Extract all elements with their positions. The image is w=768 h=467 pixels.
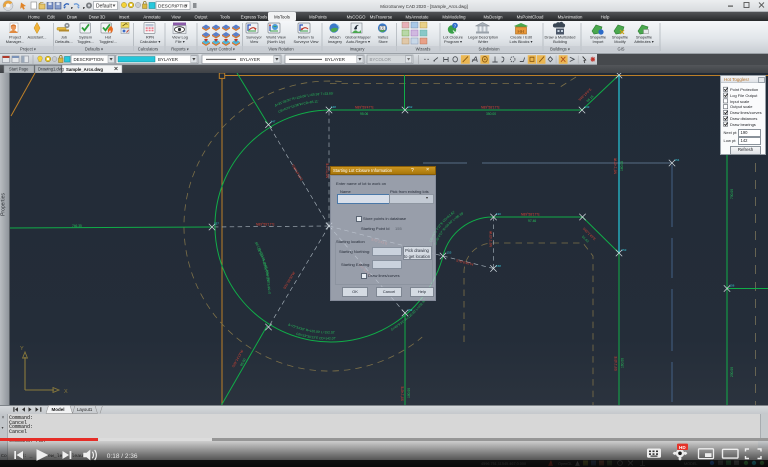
svg-text:Output: Output: [195, 14, 209, 19]
svg-text:Help: Help: [601, 14, 610, 19]
svg-text:190.00: 190.00: [407, 388, 411, 398]
svg-text:153: 153: [622, 248, 627, 252]
svg-text:Defaults ▾: Defaults ▾: [85, 47, 103, 52]
svg-text:Calculators: Calculators: [138, 47, 158, 52]
svg-text:Layer Control ▾: Layer Control ▾: [207, 47, 235, 52]
svg-text:BYLAYER: BYLAYER: [158, 57, 178, 62]
svg-text:Lots Blocks ▾: Lots Blocks ▾: [510, 39, 533, 44]
svg-text:N89°59'17"E: N89°59'17"E: [256, 223, 276, 227]
svg-text:HH: HH: [518, 29, 525, 34]
svg-text:350.00: 350.00: [486, 112, 496, 116]
svg-text:Import: Import: [592, 39, 604, 44]
svg-text:MsAnnotate: MsAnnotate: [406, 14, 430, 19]
svg-text:Tools: Tools: [220, 14, 230, 19]
svg-text:Annotate: Annotate: [143, 14, 161, 19]
svg-text:Layout1: Layout1: [77, 407, 93, 412]
svg-text:Imagery: Imagery: [350, 47, 366, 52]
svg-text:X: X: [64, 389, 68, 395]
svg-text:Assistant...: Assistant...: [27, 35, 46, 40]
svg-text:147: 147: [271, 120, 276, 124]
svg-text:158: 158: [496, 264, 501, 268]
svg-text:Attributes ▾: Attributes ▾: [634, 39, 654, 44]
svg-text:Imagery: Imagery: [328, 39, 342, 44]
svg-text:Store: Store: [378, 39, 387, 44]
svg-text:BYLAYER: BYLAYER: [240, 57, 260, 62]
svg-text:0:18 / 2:36: 0:18 / 2:36: [107, 453, 138, 460]
svg-text:Building: Building: [553, 39, 567, 44]
svg-text:N89°59'47"E: N89°59'47"E: [355, 106, 375, 110]
svg-text:Surveyor View: Surveyor View: [293, 39, 318, 44]
svg-text:Calculator ▾: Calculator ▾: [140, 39, 161, 44]
svg-text:File ▾: File ▾: [175, 39, 184, 44]
svg-text:95.06: 95.06: [360, 112, 368, 116]
svg-text:200.00: 200.00: [730, 367, 734, 377]
svg-text:155: 155: [447, 251, 452, 255]
svg-text:MsTools: MsTools: [274, 14, 290, 19]
svg-text:Wizards: Wizards: [416, 47, 431, 52]
svg-text:148: 148: [331, 105, 336, 109]
svg-text:156: 156: [730, 284, 735, 288]
svg-text:N0°0'13"E: N0°0'13"E: [325, 162, 329, 178]
svg-text:97.46: 97.46: [528, 219, 536, 223]
svg-text:(North Up): (North Up): [267, 39, 286, 44]
svg-text:162: 162: [408, 105, 413, 109]
svg-text:BYLAYER: BYLAYER: [325, 57, 345, 62]
svg-text:MsPoints: MsPoints: [309, 14, 327, 19]
svg-text:Reports ▾: Reports ▾: [171, 47, 189, 52]
svg-text:N0°1'43"W: N0°1'43"W: [614, 157, 618, 174]
svg-text:View: View: [250, 39, 259, 44]
svg-text:Manager...: Manager...: [6, 39, 24, 44]
svg-text:HD: HD: [679, 445, 686, 450]
svg-text:Program ▾: Program ▾: [444, 39, 462, 44]
svg-text:Model: Model: [52, 407, 65, 412]
svg-text:DESCRIPTIO: DESCRIPTIO: [158, 4, 188, 10]
svg-text:Sample_Arcs.dwg: Sample_Arcs.dwg: [66, 67, 103, 72]
svg-text:Writer: Writer: [478, 39, 489, 44]
svg-text:Defaults...: Defaults...: [55, 39, 73, 44]
svg-text:MicroSurvey CAD 2020 - [Sample: MicroSurvey CAD 2020 - [Sample_Arcs.dwg]: [380, 4, 468, 9]
svg-text:Express Tools: Express Tools: [241, 14, 268, 19]
svg-text:N0°1'43"W: N0°1'43"W: [489, 230, 493, 247]
svg-text:Toggles!...: Toggles!...: [99, 39, 117, 44]
svg-text:DESCRIPTION: DESCRIPTION: [74, 57, 104, 62]
svg-text:Buildings ▾: Buildings ▾: [550, 47, 570, 52]
svg-text:143: 143: [585, 105, 590, 109]
svg-text:154: 154: [675, 158, 680, 162]
svg-text:190: 190: [496, 212, 501, 216]
svg-text:MsAnimation: MsAnimation: [558, 14, 583, 19]
svg-text:N89°58'17"E: N89°58'17"E: [521, 213, 541, 217]
svg-text:MsModeling: MsModeling: [442, 14, 466, 19]
svg-text:160.00: 160.00: [620, 161, 624, 171]
svg-text:700.00: 700.00: [730, 189, 734, 199]
svg-text:160.00: 160.00: [621, 358, 625, 368]
svg-text:157: 157: [214, 222, 219, 226]
svg-text:Default: Default: [96, 4, 112, 10]
svg-text:Subdivision: Subdivision: [479, 47, 501, 52]
svg-text:746.35: 746.35: [72, 224, 82, 228]
svg-text:S0°1'43"E: S0°1'43"E: [614, 355, 618, 371]
svg-text:Draw 3D: Draw 3D: [89, 14, 106, 19]
svg-text:MsCOGO: MsCOGO: [347, 14, 367, 19]
svg-text:Modify: Modify: [614, 39, 626, 44]
svg-text:BYCOLOR: BYCOLOR: [370, 57, 391, 62]
svg-text:GIS: GIS: [617, 47, 624, 52]
svg-text:Home: Home: [28, 14, 40, 19]
svg-text:MsPointCloud: MsPointCloud: [517, 14, 544, 19]
svg-text:Insert: Insert: [119, 14, 131, 19]
svg-text:Start Page: Start Page: [9, 67, 29, 72]
svg-text:Edit: Edit: [47, 14, 55, 19]
svg-text:MsDesign: MsDesign: [483, 14, 503, 19]
svg-text:View: View: [171, 14, 181, 19]
svg-text:(1): (1): [380, 26, 384, 30]
svg-text:N89°58'17"E: N89°58'17"E: [481, 106, 501, 110]
svg-text:View Rotation: View Rotation: [268, 47, 294, 52]
svg-text:Y: Y: [20, 346, 24, 352]
svg-text:Draw: Draw: [67, 14, 78, 19]
svg-text:MsTraverse: MsTraverse: [370, 14, 393, 19]
svg-text:Auto-Regen ▾: Auto-Regen ▾: [346, 39, 370, 44]
svg-text:S0°1'43"E: S0°1'43"E: [401, 385, 405, 401]
svg-text:Project ▾: Project ▾: [20, 47, 36, 52]
svg-text:Toggles...: Toggles...: [77, 39, 94, 44]
svg-text:Drawing1.dwg: Drawing1.dwg: [38, 67, 65, 72]
